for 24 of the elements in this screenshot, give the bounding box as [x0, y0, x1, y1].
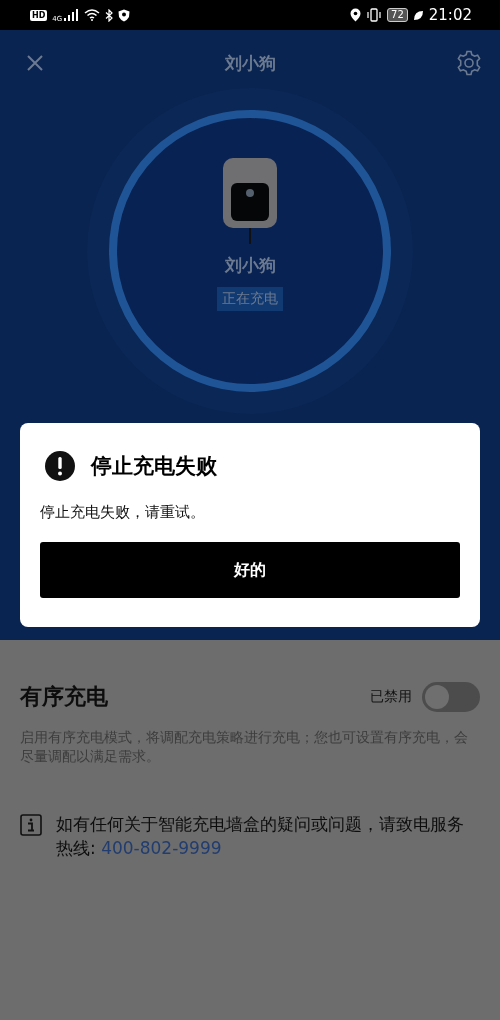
device-name: 刘小狗 — [224, 254, 276, 277]
signal-icon — [63, 9, 80, 21]
settings-icon[interactable] — [456, 50, 482, 76]
dialog-message: 停止充电失败，请重试。 — [40, 503, 206, 522]
info-icon — [20, 814, 42, 836]
leaf-icon — [412, 9, 424, 21]
vibrate-icon — [366, 8, 383, 22]
alert-icon — [45, 451, 75, 481]
hd-badge: HD — [30, 9, 48, 21]
help-text: 如有任何关于智能充电墙盒的疑问或问题，请致电服务热线: 400-802-9999 — [56, 813, 465, 860]
header-title: 刘小狗 — [224, 51, 276, 75]
bluetooth-icon — [105, 8, 114, 22]
toggle-label: 已禁用 — [370, 688, 412, 706]
toggle-switch[interactable] — [422, 682, 480, 712]
close-icon[interactable] — [26, 54, 44, 72]
ok-button[interactable]: 好的 — [40, 542, 460, 598]
status-tag: 正在充电 — [217, 287, 283, 311]
shield-icon — [118, 8, 131, 22]
wifi-icon — [84, 9, 101, 21]
battery-indicator: 72 — [387, 8, 408, 22]
location-icon — [350, 8, 362, 22]
dialog-title: 停止充电失败 — [91, 453, 217, 480]
clock-time: 21:02 — [428, 6, 472, 24]
section-title: 有序充电 — [20, 683, 108, 711]
